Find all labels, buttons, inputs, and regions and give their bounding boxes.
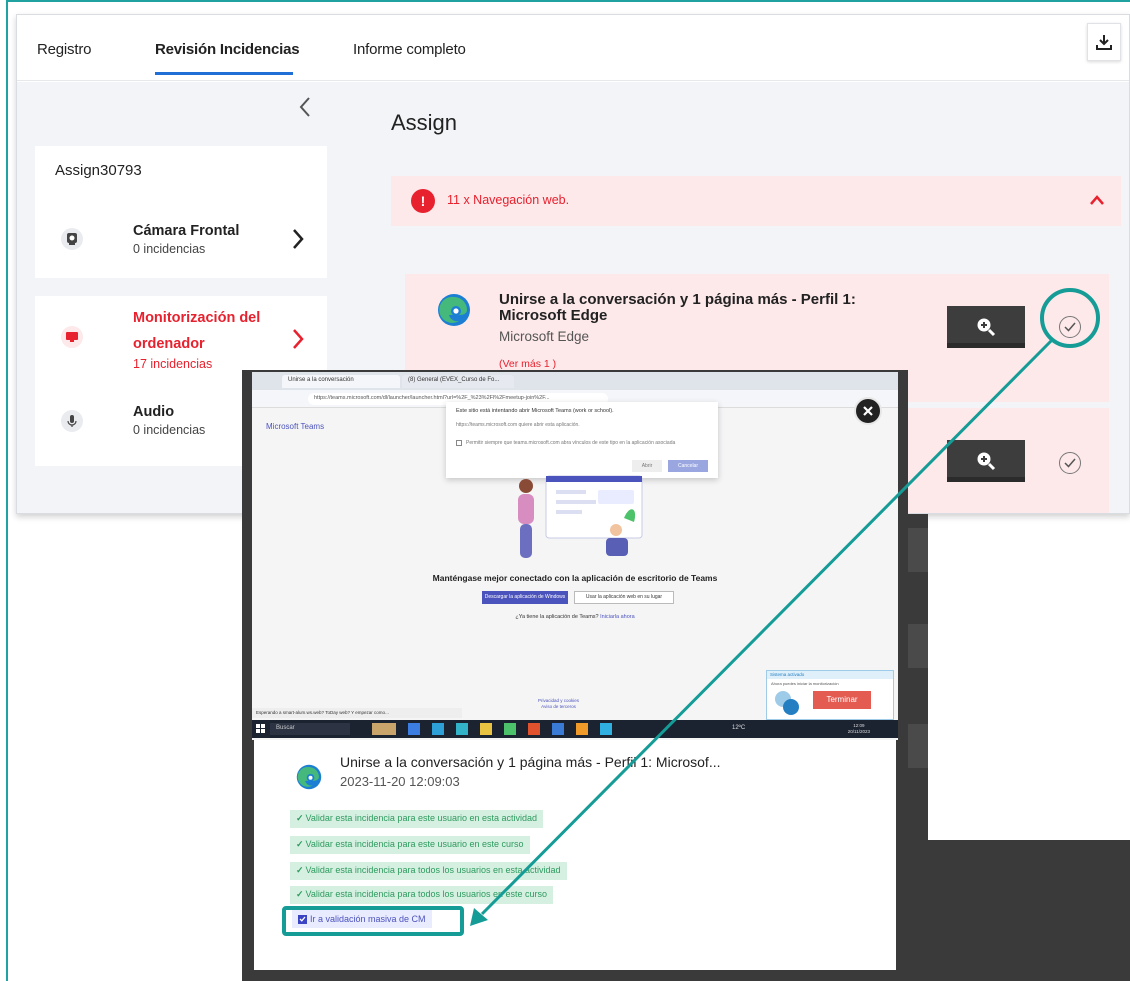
close-icon: [863, 406, 873, 416]
page-title: Assign: [391, 110, 458, 135]
thumbnail-strip: [947, 343, 1025, 348]
zoom-screenshot-button[interactable]: [947, 306, 1025, 348]
windows-taskbar: Buscar 12ºC 12:09 20/11/2023: [252, 720, 898, 738]
browser-tab: (8) General (EVEX_Curso de Fo...: [402, 375, 514, 388]
captured-screenshot: Unirse a la conversación (8) General (EV…: [252, 372, 898, 740]
check-icon: [1064, 458, 1076, 468]
browser-tab: Unirse a la conversación: [282, 375, 400, 388]
taskbar-apps: [372, 723, 672, 735]
popup-text: Ahora puedes iniciar la monitorización: [771, 681, 839, 686]
popup-title: Sistema activado: [767, 671, 893, 679]
monitor-popup: Sistema activado Ahora puedes iniciar la…: [766, 670, 894, 720]
alert-group-header[interactable]: ! 11 x Navegación web.: [391, 176, 1121, 226]
incident-app: Microsoft Edge: [499, 329, 590, 344]
tab-informe-completo[interactable]: Informe completo: [353, 41, 466, 58]
alert-badge: !: [411, 189, 435, 213]
overlay-backdrop: [908, 840, 1130, 981]
puzzle-icon: [775, 691, 799, 715]
sidebar-item-monitorizacion[interactable]: Monitorización del ordenador 17 incidenc…: [35, 296, 327, 380]
sidebar-item-count: 0 incidencias: [133, 242, 206, 256]
validate-user-course-option[interactable]: ✓ Validar esta incidencia para este usuar…: [290, 836, 530, 854]
dialog-line: Permitir siempre que teams.microsoft.com…: [466, 440, 676, 446]
teams-download-button: Descargar la aplicación de Windows: [482, 591, 568, 604]
dialog-checkbox: [456, 440, 462, 446]
open-app-dialog: Este sitio está intentando abrir Microso…: [446, 402, 718, 478]
sidebar-item-label: Monitorización del: [133, 310, 261, 326]
chevron-left-icon: [299, 97, 310, 117]
privacy-links: Privacidad y cookies Aviso de terceros: [538, 698, 580, 709]
validate-check-button-2[interactable]: [1059, 452, 1081, 474]
top-tabs-bar: Registro Revisión Incidencias Informe co…: [17, 15, 1129, 81]
download-button[interactable]: [1087, 23, 1121, 61]
teams-link-line: ¿Ya tiene la aplicación de Teams? Inicia…: [515, 614, 635, 620]
zoom-in-icon: [977, 452, 996, 471]
highlight-ring-check: [1040, 288, 1100, 348]
terminar-button: Terminar: [813, 691, 871, 709]
dialog-cancel: Cancelar: [668, 460, 708, 472]
taskbar-clock: 12:09 20/11/2023: [847, 723, 870, 734]
sidebar-item-camara-frontal[interactable]: Cámara Frontal 0 incidencias: [35, 198, 327, 278]
zoom-screenshot-button-2[interactable]: [947, 440, 1025, 482]
chevron-up-icon[interactable]: [1089, 194, 1105, 206]
browser-tab-bar: Unirse a la conversación (8) General (EV…: [252, 372, 898, 390]
webcam-icon: [61, 228, 83, 250]
thumbnail-strip: [947, 477, 1025, 482]
teams-label: Microsoft Teams: [266, 422, 325, 431]
teams-headline: Manténgase mejor conectado con la aplica…: [432, 573, 718, 583]
dialog-line: https://teams.microsoft.com quiere abrir…: [456, 422, 580, 428]
frame-line-left: [6, 0, 8, 981]
highlight-box-massive: [282, 906, 464, 936]
tab-registro[interactable]: Registro: [37, 41, 91, 58]
background-dark-strip: [908, 514, 928, 840]
zoom-in-icon: [977, 318, 996, 337]
sidebar-item-label: Audio: [133, 404, 175, 420]
zoom-thumb: [908, 528, 928, 572]
chevron-right-icon: [293, 329, 304, 349]
zoom-thumb: [908, 724, 928, 768]
sidebar-item-label: Cámara Frontal: [133, 223, 240, 239]
tab-revision-incidencias[interactable]: Revisión Incidencias: [155, 41, 300, 58]
microphone-icon: [61, 410, 83, 432]
validate-all-users-course-option[interactable]: ✓ Validar esta incidencia para todos los …: [290, 886, 554, 904]
detail-title: Unirse a la conversación y 1 página más …: [340, 754, 721, 770]
monitor-icon: [61, 326, 83, 348]
validate-all-users-activity-option[interactable]: ✓ Validar esta incidencia para todos los …: [290, 862, 567, 880]
download-icon: [1096, 35, 1112, 50]
sidebar-item-count: 17 incidencias: [133, 357, 213, 371]
frame-line-top: [6, 0, 1130, 2]
validate-user-activity-option[interactable]: ✓ Validar esta incidencia para este usuar…: [290, 810, 544, 828]
active-tab-underline: [155, 72, 293, 75]
see-more-link[interactable]: (Ver más 1 ): [499, 358, 556, 370]
windows-start-icon: [256, 724, 265, 733]
edge-logo-icon: [438, 294, 470, 326]
chevron-right-icon: [293, 229, 304, 249]
sidebar-item-label-line2: ordenador: [133, 336, 205, 352]
teams-illustration: [518, 475, 643, 558]
alert-group-label: 11 x Navegación web.: [447, 193, 570, 207]
edge-logo-icon: [296, 764, 322, 790]
detail-datetime: 2023-11-20 12:09:03: [340, 774, 460, 789]
assignment-name: Assign30793: [35, 146, 327, 198]
teams-web-button: Usar la aplicación web en su lugar: [574, 591, 674, 604]
taskbar-search: Buscar: [270, 723, 350, 735]
taskbar-temperature: 12ºC: [732, 725, 746, 731]
incident-title: Unirse a la conversación y 1 página más …: [499, 291, 856, 324]
browser-status: Esperando a smart-alum.ws.web? ToDay web…: [252, 708, 462, 718]
dialog-line: Este sitio está intentando abrir Microso…: [456, 408, 614, 414]
zoom-thumb: [908, 624, 928, 668]
close-modal-button[interactable]: [854, 397, 882, 425]
sidebar-item-count: 0 incidencias: [133, 423, 206, 437]
collapse-sidebar-button[interactable]: [293, 92, 317, 122]
